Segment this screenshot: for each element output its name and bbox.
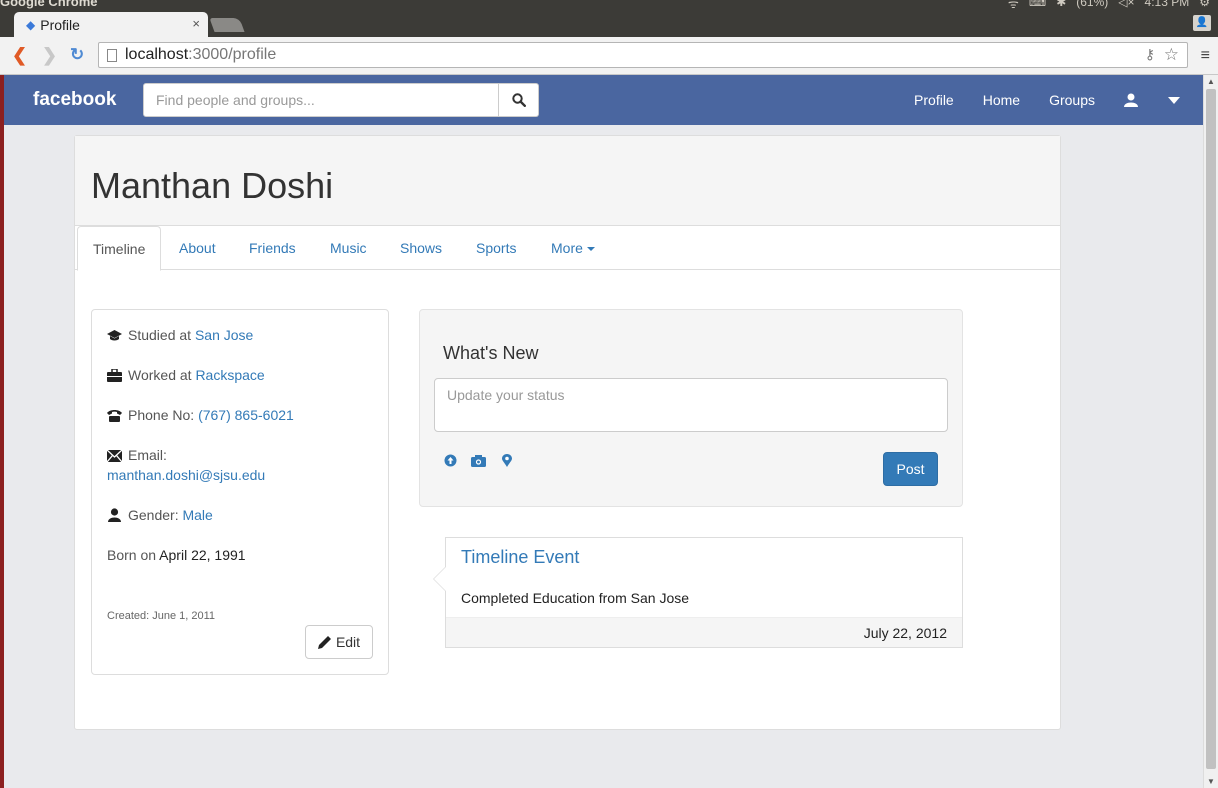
- profile-tabs: Timeline About Friends Music Shows Sport…: [75, 226, 1060, 271]
- pencil-icon: [317, 636, 331, 649]
- search-icon: [511, 93, 526, 107]
- gender-link[interactable]: Male: [182, 507, 212, 523]
- back-arrow-icon[interactable]: ❮: [12, 45, 27, 66]
- keyboard-icon[interactable]: ⌨: [1029, 0, 1046, 12]
- edit-label: Edit: [335, 634, 361, 650]
- page-icon: [107, 48, 117, 62]
- created-date: Created: June 1, 2011: [107, 610, 216, 622]
- url-path: :3000/profile: [188, 46, 277, 63]
- tab-music[interactable]: Music: [330, 226, 367, 270]
- dropdown-triangle-icon[interactable]: [1167, 95, 1181, 105]
- profile-header: Manthan Doshi: [75, 136, 1060, 226]
- envelope-icon: [107, 450, 122, 462]
- education-link[interactable]: San Jose: [195, 327, 253, 343]
- phone-link[interactable]: (767) 865-6021: [198, 407, 294, 423]
- gender-label: Gender:: [128, 507, 179, 523]
- tab-friends[interactable]: Friends: [249, 226, 296, 270]
- os-status-area: ᯤ ⌨ ✱ (61%) ◁× 4:13 PM ⚙: [1008, 0, 1210, 12]
- nav-profile-link[interactable]: Profile: [914, 92, 954, 108]
- timeline-event-body: Completed Education from San Jose: [461, 590, 690, 606]
- nav-groups-link[interactable]: Groups: [1049, 92, 1095, 108]
- timeline-event-card: Timeline Event Completed Education from …: [433, 537, 963, 648]
- key-icon[interactable]: ⚷: [1145, 46, 1155, 63]
- gender-row: Gender: Male: [107, 505, 213, 525]
- search-button[interactable]: [499, 83, 539, 117]
- education-label: Studied at: [128, 327, 192, 343]
- map-marker-icon[interactable]: [502, 454, 512, 470]
- scroll-down-arrow-icon[interactable]: ▼: [1207, 777, 1215, 786]
- about-info-card: Studied at San Jose Worked at Rackspace …: [91, 309, 389, 675]
- timeline-event-date: July 22, 2012: [863, 625, 947, 641]
- search-input[interactable]: [143, 83, 499, 117]
- page-viewport: facebook Profile Home Groups Manthan: [4, 75, 1203, 788]
- work-link[interactable]: Rackspace: [195, 367, 264, 383]
- whats-new-title: What's New: [443, 343, 539, 363]
- edit-button[interactable]: Edit: [305, 625, 373, 659]
- work-label: Worked at: [128, 367, 192, 383]
- battery-status[interactable]: (61%): [1076, 0, 1108, 12]
- bookmark-star-icon[interactable]: ☆: [1164, 45, 1179, 65]
- browser-tab-profile[interactable]: ◆ Profile ×: [14, 12, 208, 37]
- email-label: Email:: [128, 447, 167, 463]
- tab-title: Profile: [40, 16, 80, 33]
- camera-icon[interactable]: [471, 454, 486, 470]
- forward-arrow-icon[interactable]: ❯: [42, 45, 57, 66]
- bluetooth-icon[interactable]: ✱: [1056, 0, 1066, 12]
- nav-home-link[interactable]: Home: [983, 92, 1020, 108]
- upload-icon[interactable]: [444, 454, 457, 470]
- reload-icon[interactable]: ↻: [70, 45, 84, 65]
- phone-icon: [107, 410, 122, 422]
- tab-more-dropdown[interactable]: More: [551, 226, 595, 270]
- profile-panel: Manthan Doshi Timeline About Friends Mus…: [74, 135, 1061, 730]
- work-row: Worked at Rackspace: [107, 365, 265, 385]
- tab-more-label: More: [551, 240, 583, 256]
- top-navbar: facebook Profile Home Groups: [4, 75, 1203, 125]
- briefcase-icon: [107, 369, 122, 382]
- tab-favicon-icon: ◆: [26, 17, 36, 32]
- graduation-cap-icon: [107, 330, 122, 341]
- user-icon[interactable]: [1124, 93, 1138, 107]
- clock[interactable]: 4:13 PM: [1145, 0, 1190, 12]
- os-app-title: Google Chrome: [0, 0, 98, 9]
- timeline-event-footer: July 22, 2012: [446, 617, 962, 647]
- birthday-value: April 22, 1991: [159, 547, 246, 563]
- tab-timeline[interactable]: Timeline: [77, 226, 162, 271]
- status-input[interactable]: [434, 378, 948, 432]
- tab-about[interactable]: About: [179, 226, 216, 270]
- timeline-event-title[interactable]: Timeline Event: [461, 547, 579, 568]
- scrollbar-thumb[interactable]: [1206, 89, 1216, 769]
- wifi-icon[interactable]: ᯤ: [1008, 0, 1019, 12]
- scroll-up-arrow-icon[interactable]: ▲: [1207, 77, 1215, 86]
- post-button[interactable]: Post: [883, 452, 938, 486]
- phone-label: Phone No:: [128, 407, 195, 423]
- nav-links: Profile Home Groups: [885, 75, 1181, 125]
- browser-profile-icon[interactable]: 👤: [1193, 15, 1211, 31]
- education-row: Studied at San Jose: [107, 325, 253, 345]
- brand-logo[interactable]: facebook: [33, 89, 116, 111]
- user-icon: [108, 508, 121, 522]
- settings-gear-icon[interactable]: ⚙: [1199, 0, 1210, 12]
- timeline-arrow: [433, 566, 446, 592]
- os-top-bar: Google Chrome ᯤ ⌨ ✱ (61%) ◁× 4:13 PM ⚙: [0, 0, 1218, 12]
- caret-down-icon: [586, 247, 595, 252]
- tab-shows[interactable]: Shows: [400, 226, 442, 270]
- volume-icon[interactable]: ◁×: [1118, 0, 1134, 12]
- browser-toolbar: ❮ ❯ ↻ localhost:3000/profile ⚷ ☆ ≡: [0, 37, 1218, 75]
- email-row: Email: manthan.doshi@sjsu.edu: [107, 445, 265, 485]
- address-bar[interactable]: localhost:3000/profile ⚷ ☆: [98, 42, 1188, 68]
- search-form: [143, 83, 539, 117]
- phone-row: Phone No: (767) 865-6021: [107, 405, 294, 425]
- tab-close-icon[interactable]: ×: [192, 16, 200, 31]
- url-host: localhost: [125, 46, 189, 63]
- whats-new-well: What's New Post: [419, 309, 963, 507]
- browser-tab-strip: ◆ Profile × 👤: [0, 12, 1218, 37]
- tab-sports[interactable]: Sports: [476, 226, 516, 270]
- email-link[interactable]: manthan.doshi@sjsu.edu: [107, 467, 265, 483]
- new-tab-button[interactable]: [209, 18, 245, 32]
- birthday-row: Born on April 22, 1991: [107, 545, 246, 565]
- birthday-label: Born on: [107, 547, 157, 563]
- browser-menu-icon[interactable]: ≡: [1201, 47, 1210, 65]
- page-scrollbar[interactable]: ▲ ▼: [1203, 75, 1218, 788]
- profile-name: Manthan Doshi: [91, 165, 334, 206]
